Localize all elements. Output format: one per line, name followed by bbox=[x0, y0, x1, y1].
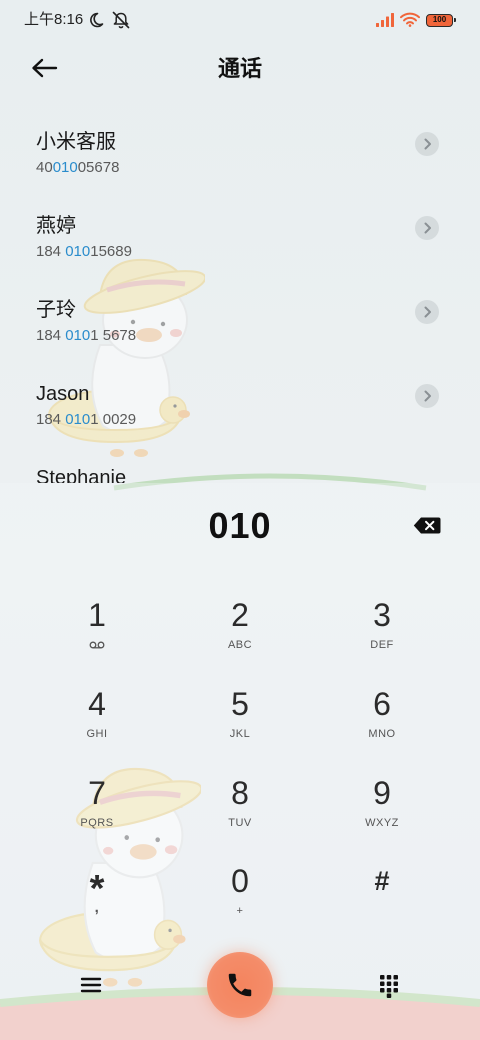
key-8[interactable]: 8 TUV bbox=[175, 771, 305, 841]
phone-icon bbox=[225, 970, 255, 1000]
key-letters: MNO bbox=[368, 728, 396, 740]
contact-details-button[interactable] bbox=[415, 300, 439, 324]
menu-icon bbox=[80, 976, 102, 994]
key-digit: 1 bbox=[88, 597, 106, 633]
page-title: 通话 bbox=[217, 56, 262, 81]
number-match-highlight: 010 bbox=[65, 243, 91, 260]
key-digit: 4 bbox=[88, 686, 106, 722]
call-button[interactable] bbox=[207, 952, 273, 1018]
wifi-icon bbox=[400, 12, 420, 27]
contact-row[interactable]: 燕婷 184 01015689 bbox=[0, 192, 480, 276]
chevron-right-icon bbox=[415, 300, 439, 324]
dialed-number-display[interactable]: 010 bbox=[0, 504, 480, 548]
number-part: 184 bbox=[36, 411, 66, 428]
number-match-highlight: 010 bbox=[65, 327, 91, 344]
number-part: 1 5678 bbox=[90, 327, 137, 344]
key-letters: , bbox=[94, 899, 100, 916]
status-time: 上午8:16 bbox=[24, 11, 84, 28]
key-2[interactable]: 2 ABC bbox=[175, 593, 305, 663]
key-6[interactable]: 6 MNO bbox=[317, 682, 447, 752]
contact-number: 184 0101 0029 bbox=[36, 411, 480, 429]
key-digit: 3 bbox=[373, 597, 391, 633]
key-digit: 8 bbox=[231, 775, 249, 811]
key-digit: 0 bbox=[231, 863, 249, 899]
number-match-highlight: 010 bbox=[52, 159, 78, 176]
contact-row[interactable]: 子玲 184 0101 5678 bbox=[0, 276, 480, 360]
number-part: 15689 bbox=[90, 243, 132, 260]
key-5[interactable]: 5 JKL bbox=[175, 682, 305, 752]
contact-name: Jason bbox=[36, 383, 90, 405]
contact-name: 燕婷 bbox=[36, 215, 76, 237]
key-letters: WXYZ bbox=[365, 817, 399, 829]
key-letters: JKL bbox=[229, 728, 251, 740]
number-part: 05678 bbox=[77, 159, 120, 176]
key-letters: GHI bbox=[86, 728, 108, 740]
number-part: 40 bbox=[36, 159, 53, 176]
backspace-icon bbox=[413, 517, 441, 534]
number-match-highlight: 010 bbox=[65, 411, 91, 428]
number-part: 1 0029 bbox=[90, 411, 137, 428]
key-0[interactable]: 0 + bbox=[175, 859, 305, 929]
menu-button[interactable] bbox=[80, 976, 102, 994]
key-3[interactable]: 3 DEF bbox=[317, 593, 447, 663]
signal-icon bbox=[376, 13, 394, 27]
chevron-right-icon bbox=[415, 132, 439, 156]
contact-details-button[interactable] bbox=[415, 216, 439, 240]
backspace-button[interactable] bbox=[413, 517, 441, 534]
mute-icon bbox=[111, 11, 131, 29]
key-9[interactable]: 9 WXYZ bbox=[317, 771, 447, 841]
key-letters: ABC bbox=[227, 639, 253, 651]
number-part: 184 bbox=[36, 327, 66, 344]
key-digit: 6 bbox=[373, 686, 391, 722]
key-digit: 7 bbox=[88, 775, 106, 811]
contact-details-button[interactable] bbox=[415, 384, 439, 408]
contact-number: 184 01015689 bbox=[36, 243, 480, 261]
key-hash[interactable]: # bbox=[317, 859, 447, 929]
key-letters: DEF bbox=[370, 639, 394, 651]
key-1[interactable]: 1 bbox=[32, 593, 162, 663]
key-digit: 2 bbox=[231, 597, 249, 633]
contact-row[interactable]: Jason 184 0101 0029 bbox=[0, 360, 480, 444]
key-7[interactable]: 7 PQRS bbox=[32, 771, 162, 841]
dialpad-toggle-button[interactable] bbox=[379, 974, 399, 998]
number-part: 184 bbox=[36, 243, 66, 260]
key-letters: + bbox=[236, 905, 244, 917]
key-digit: # bbox=[374, 866, 390, 896]
contact-details-button[interactable] bbox=[415, 132, 439, 156]
chevron-right-icon bbox=[415, 216, 439, 240]
contact-number: 184 0101 5678 bbox=[36, 327, 480, 345]
contact-number: 4001005678 bbox=[36, 159, 480, 177]
key-letters: TUV bbox=[228, 817, 252, 829]
contact-row[interactable]: Stephanie bbox=[0, 444, 480, 483]
key-letters: PQRS bbox=[80, 817, 114, 829]
battery-icon: 100 bbox=[426, 14, 456, 27]
dialer-panel: 010 1 2 ABC 3 DEF 4 GHI 5 JKL 6 MNO 7 PQ… bbox=[0, 483, 480, 1040]
status-bar: 上午8:16 100 bbox=[0, 0, 480, 40]
voicemail-icon bbox=[89, 641, 105, 649]
key-digit: 5 bbox=[231, 686, 249, 722]
contact-name: Stephanie bbox=[36, 467, 127, 483]
key-star[interactable]: * , bbox=[32, 859, 162, 929]
contact-name: 小米客服 bbox=[36, 131, 116, 153]
contact-row[interactable]: 小米客服 4001005678 bbox=[0, 108, 480, 192]
contact-search-results[interactable]: 小米客服 4001005678 燕婷 184 01015689 子玲 184 0… bbox=[0, 108, 480, 483]
key-digit: 9 bbox=[373, 775, 391, 811]
chevron-right-icon bbox=[415, 384, 439, 408]
moon-icon bbox=[88, 12, 104, 28]
key-4[interactable]: 4 GHI bbox=[32, 682, 162, 752]
dialpad-icon bbox=[379, 974, 399, 998]
contact-name: 子玲 bbox=[36, 299, 76, 321]
